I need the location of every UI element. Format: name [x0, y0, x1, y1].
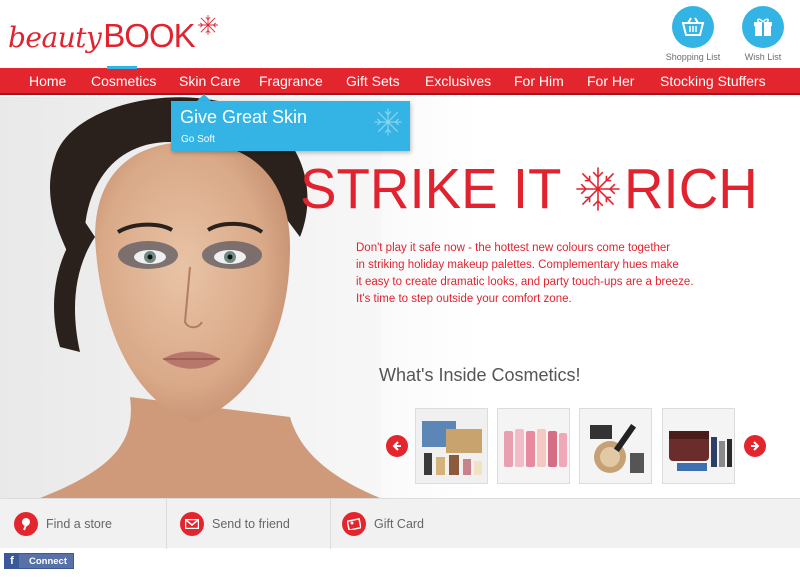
- nav-gift-sets[interactable]: Gift Sets: [346, 68, 400, 95]
- dropdown-title[interactable]: Give Great Skin: [180, 107, 307, 128]
- header: beauty BOOK Shopping List Wish List: [0, 0, 800, 68]
- app-root: beauty BOOK Shopping List Wish List Home…: [0, 0, 800, 578]
- facebook-connect-button[interactable]: f Connect: [4, 553, 74, 569]
- location-pin-icon: [14, 512, 38, 536]
- inside-title: What's Inside Cosmetics!: [379, 365, 581, 385]
- shopping-list-label: Shopping List: [665, 52, 721, 62]
- wish-list-label: Wish List: [744, 52, 782, 62]
- description-line: It's time to step outside your comfort z…: [356, 293, 572, 305]
- arrow-left-icon: [392, 441, 401, 451]
- bottom-bar: Find a store Send to friend Gift Card: [0, 498, 800, 549]
- basket-icon: [672, 6, 714, 48]
- description-line: Don't play it safe now - the hottest new…: [356, 242, 671, 254]
- send-to-friend-button[interactable]: Send to friend: [180, 499, 290, 549]
- hero-banner: STRIKE IT RICH Don't play it safe now - …: [0, 97, 800, 498]
- nav-stocking-stuffers[interactable]: Stocking Stuffers: [660, 68, 766, 95]
- product-compact-image: [580, 409, 651, 483]
- envelope-icon: [180, 512, 204, 536]
- product-thumbnail[interactable]: [662, 408, 735, 484]
- product-thumbnail[interactable]: [415, 408, 488, 484]
- dropdown-subtitle[interactable]: Go Soft: [181, 134, 215, 145]
- product-thumbnail[interactable]: [497, 408, 570, 484]
- nav-exclusives[interactable]: Exclusives: [425, 68, 491, 95]
- divider: [166, 499, 167, 549]
- gift-card-icon: [342, 512, 366, 536]
- carousel-prev-button[interactable]: [386, 435, 408, 457]
- logo-caps-text: BOOK: [103, 17, 195, 54]
- headline-left: STRIKE IT: [300, 156, 562, 221]
- find-store-label: Find a store: [46, 517, 113, 531]
- headline-right: RICH: [624, 156, 759, 221]
- gift-icon: [742, 6, 784, 48]
- product-thumbnail[interactable]: [579, 408, 652, 484]
- product-palette-image: [416, 409, 487, 483]
- skin-care-dropdown[interactable]: Give Great Skin Go Soft: [171, 101, 410, 151]
- main-nav: Home Cosmetics Skin Care Fragrance Gift …: [0, 68, 800, 95]
- snowflake-icon: [197, 15, 218, 35]
- hero-description: Don't play it safe now - the hottest new…: [356, 240, 716, 308]
- nav-active-indicator: [107, 66, 137, 69]
- snowflake-icon: [576, 167, 620, 211]
- gift-card-label: Gift Card: [374, 517, 425, 531]
- facebook-connect-label: Connect: [29, 555, 67, 567]
- product-bag-image: [663, 409, 734, 483]
- wish-list-button[interactable]: Wish List: [733, 6, 793, 62]
- dropdown-caret: [197, 94, 211, 101]
- nav-skin-care[interactable]: Skin Care: [179, 68, 240, 95]
- find-store-button[interactable]: Find a store: [14, 499, 112, 549]
- gift-card-button[interactable]: Gift Card: [342, 499, 424, 549]
- nav-home[interactable]: Home: [29, 68, 66, 95]
- send-to-friend-label: Send to friend: [212, 517, 290, 531]
- shopping-list-button[interactable]: Shopping List: [663, 6, 723, 62]
- description-line: in striking holiday makeup palettes. Com…: [356, 259, 679, 271]
- nav-cosmetics[interactable]: Cosmetics: [91, 68, 156, 95]
- hero-headline: STRIKE IT RICH: [300, 159, 764, 219]
- divider: [330, 499, 331, 549]
- nav-for-him[interactable]: For Him: [514, 68, 564, 95]
- nav-fragrance[interactable]: Fragrance: [259, 68, 323, 95]
- logo-script-text: beauty: [8, 21, 102, 54]
- carousel-next-button[interactable]: [744, 435, 766, 457]
- description-line: it easy to create dramatic looks, and pa…: [356, 276, 694, 288]
- logo[interactable]: beauty BOOK: [8, 8, 219, 52]
- facebook-icon: f: [5, 554, 19, 568]
- arrow-right-icon: [751, 441, 760, 451]
- nav-for-her[interactable]: For Her: [587, 68, 634, 95]
- product-lipgloss-image: [498, 409, 569, 483]
- snowflake-icon: [374, 108, 402, 136]
